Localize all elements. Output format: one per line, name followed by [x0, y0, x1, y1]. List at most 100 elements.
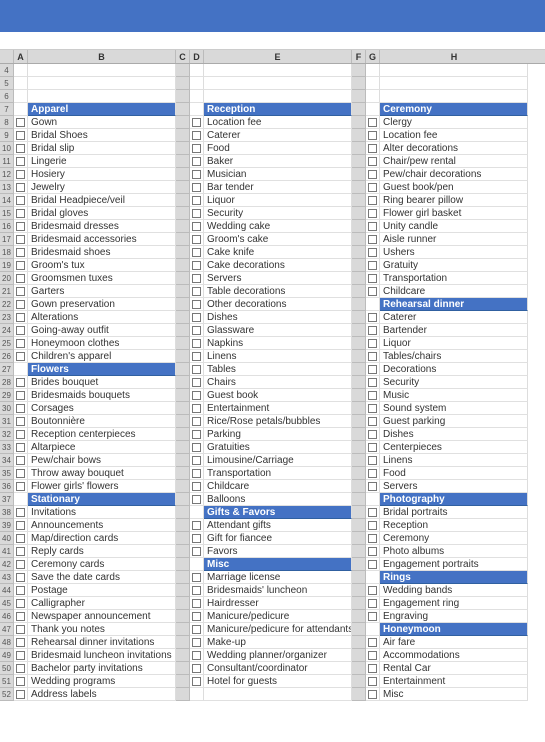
checkbox[interactable] — [16, 261, 25, 270]
checkbox[interactable] — [368, 196, 377, 205]
checkbox[interactable] — [192, 326, 201, 335]
checkbox[interactable] — [368, 690, 377, 699]
checkbox[interactable] — [192, 118, 201, 127]
checkbox[interactable] — [192, 313, 201, 322]
checkbox[interactable] — [192, 391, 201, 400]
checkbox[interactable] — [368, 521, 377, 530]
checkbox[interactable] — [16, 131, 25, 140]
checkbox[interactable] — [368, 534, 377, 543]
checkbox[interactable] — [368, 183, 377, 192]
checkbox[interactable] — [368, 508, 377, 517]
checkbox[interactable] — [368, 222, 377, 231]
checkbox[interactable] — [192, 599, 201, 608]
checkbox[interactable] — [368, 339, 377, 348]
checkbox[interactable] — [16, 573, 25, 582]
checkbox[interactable] — [192, 352, 201, 361]
checkbox[interactable] — [192, 157, 201, 166]
checkbox[interactable] — [16, 586, 25, 595]
checkbox[interactable] — [16, 157, 25, 166]
checkbox[interactable] — [16, 508, 25, 517]
checkbox[interactable] — [192, 196, 201, 205]
checkbox[interactable] — [368, 144, 377, 153]
checkbox[interactable] — [368, 586, 377, 595]
checkbox[interactable] — [368, 235, 377, 244]
checkbox[interactable] — [16, 612, 25, 621]
checkbox[interactable] — [368, 131, 377, 140]
checkbox[interactable] — [368, 547, 377, 556]
checkbox[interactable] — [192, 209, 201, 218]
checkbox[interactable] — [368, 378, 377, 387]
checkbox[interactable] — [192, 417, 201, 426]
checkbox[interactable] — [16, 352, 25, 361]
checkbox[interactable] — [192, 170, 201, 179]
checkbox[interactable] — [16, 482, 25, 491]
checkbox[interactable] — [16, 287, 25, 296]
checkbox[interactable] — [16, 222, 25, 231]
checkbox[interactable] — [192, 365, 201, 374]
checkbox[interactable] — [16, 690, 25, 699]
checkbox[interactable] — [192, 573, 201, 582]
checkbox[interactable] — [368, 274, 377, 283]
checkbox[interactable] — [368, 612, 377, 621]
checkbox[interactable] — [16, 118, 25, 127]
checkbox[interactable] — [16, 339, 25, 348]
checkbox[interactable] — [368, 118, 377, 127]
checkbox[interactable] — [192, 664, 201, 673]
checkbox[interactable] — [192, 677, 201, 686]
checkbox[interactable] — [368, 404, 377, 413]
checkbox[interactable] — [368, 599, 377, 608]
checkbox[interactable] — [192, 144, 201, 153]
checkbox[interactable] — [368, 456, 377, 465]
checkbox[interactable] — [16, 521, 25, 530]
checkbox[interactable] — [368, 157, 377, 166]
checkbox[interactable] — [192, 495, 201, 504]
checkbox[interactable] — [192, 131, 201, 140]
checkbox[interactable] — [368, 313, 377, 322]
checkbox[interactable] — [368, 326, 377, 335]
checkbox[interactable] — [368, 482, 377, 491]
checkbox[interactable] — [368, 430, 377, 439]
checkbox[interactable] — [16, 430, 25, 439]
checkbox[interactable] — [368, 261, 377, 270]
checkbox[interactable] — [368, 651, 377, 660]
checkbox[interactable] — [16, 313, 25, 322]
checkbox[interactable] — [368, 352, 377, 361]
checkbox[interactable] — [192, 547, 201, 556]
checkbox[interactable] — [16, 547, 25, 556]
checkbox[interactable] — [192, 534, 201, 543]
checkbox[interactable] — [368, 417, 377, 426]
checkbox[interactable] — [368, 560, 377, 569]
checkbox[interactable] — [16, 235, 25, 244]
checkbox[interactable] — [16, 677, 25, 686]
checkbox[interactable] — [16, 391, 25, 400]
checkbox[interactable] — [192, 521, 201, 530]
checkbox[interactable] — [368, 170, 377, 179]
checkbox[interactable] — [16, 144, 25, 153]
checkbox[interactable] — [16, 326, 25, 335]
checkbox[interactable] — [192, 261, 201, 270]
checkbox[interactable] — [16, 417, 25, 426]
checkbox[interactable] — [368, 677, 377, 686]
checkbox[interactable] — [368, 248, 377, 257]
checkbox[interactable] — [16, 196, 25, 205]
checkbox[interactable] — [192, 235, 201, 244]
checkbox[interactable] — [368, 664, 377, 673]
checkbox[interactable] — [368, 365, 377, 374]
checkbox[interactable] — [16, 638, 25, 647]
checkbox[interactable] — [192, 222, 201, 231]
checkbox[interactable] — [192, 339, 201, 348]
checkbox[interactable] — [368, 287, 377, 296]
checkbox[interactable] — [192, 378, 201, 387]
checkbox[interactable] — [16, 534, 25, 543]
checkbox[interactable] — [16, 599, 25, 608]
checkbox[interactable] — [16, 456, 25, 465]
checkbox[interactable] — [192, 287, 201, 296]
checkbox[interactable] — [192, 586, 201, 595]
checkbox[interactable] — [16, 300, 25, 309]
checkbox[interactable] — [192, 183, 201, 192]
checkbox[interactable] — [192, 274, 201, 283]
checkbox[interactable] — [16, 170, 25, 179]
checkbox[interactable] — [192, 612, 201, 621]
checkbox[interactable] — [16, 664, 25, 673]
checkbox[interactable] — [368, 443, 377, 452]
